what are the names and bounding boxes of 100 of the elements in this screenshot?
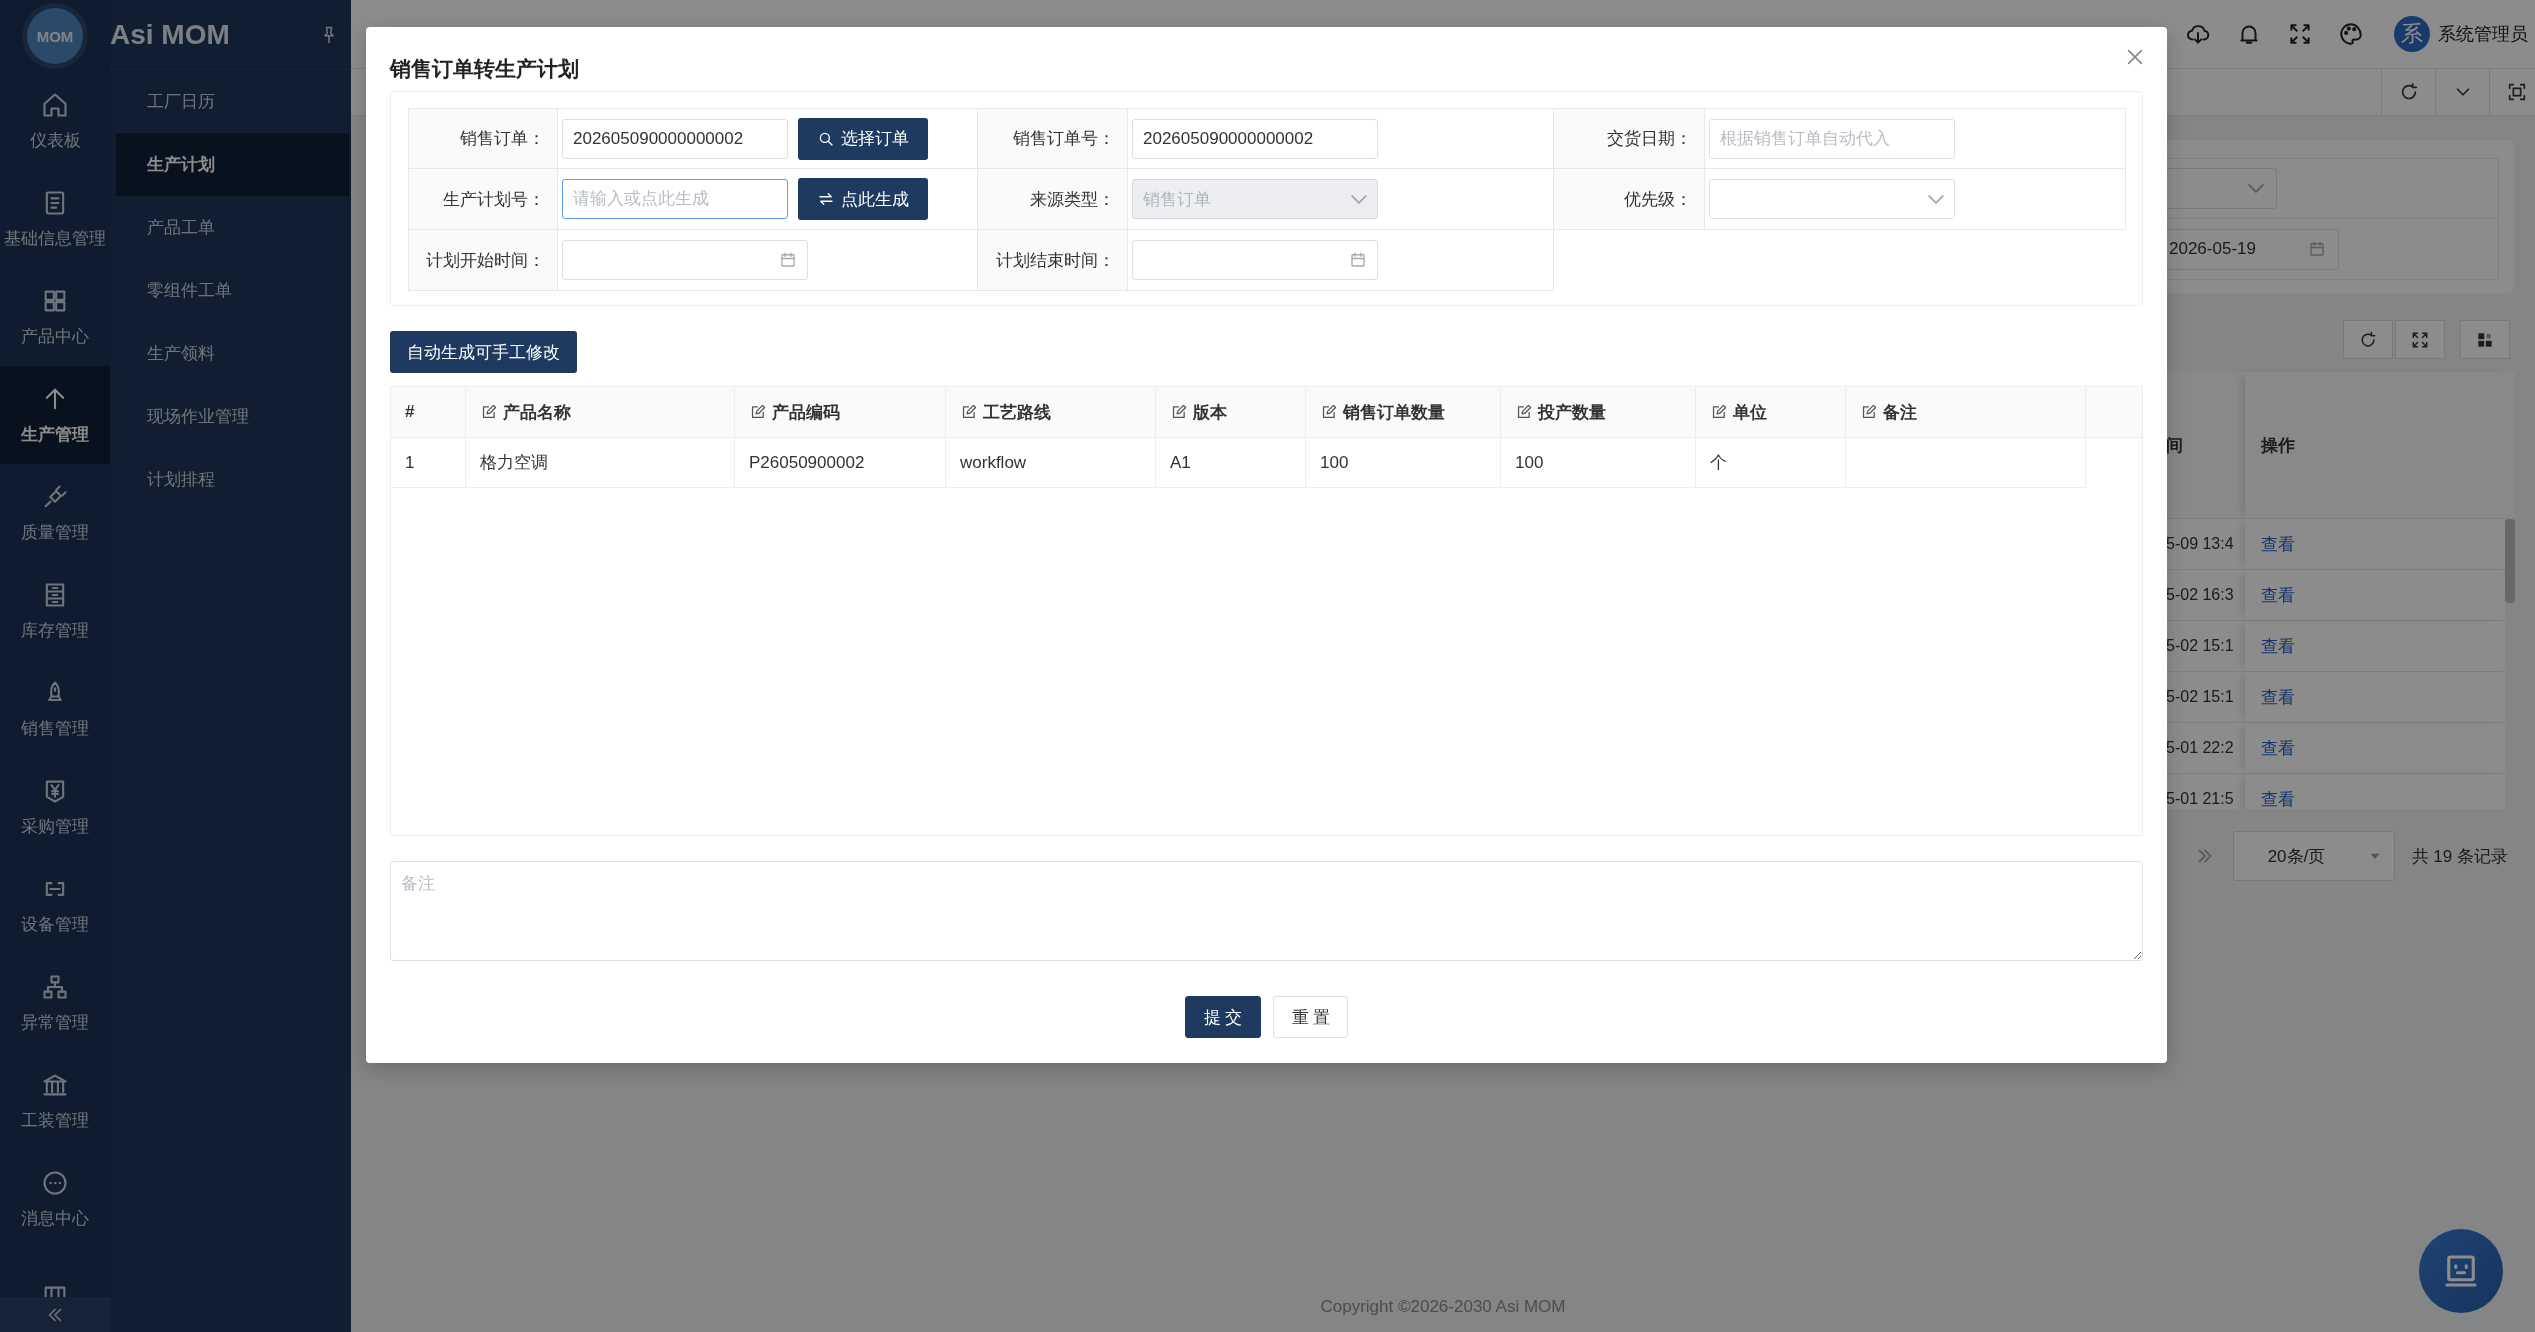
submenu-item[interactable]: 生产领料 bbox=[116, 322, 349, 385]
field-label: 交货日期： bbox=[1554, 108, 1705, 169]
app-name: Asi MOM bbox=[110, 18, 230, 51]
dialog-title: 销售订单转生产计划 bbox=[390, 56, 579, 82]
field-label: 销售订单： bbox=[408, 108, 558, 169]
table-cell-text: 5-01 21:5 bbox=[2165, 789, 2235, 809]
field-label: 计划开始时间： bbox=[408, 230, 558, 291]
generate-button[interactable]: 自动生成可手工修改 bbox=[390, 331, 577, 373]
table-cell: 格力空调 bbox=[466, 438, 735, 488]
scrollbar-thumb[interactable] bbox=[2505, 519, 2515, 603]
chevron-down-icon bbox=[1928, 194, 1944, 204]
view-link[interactable]: 查看 bbox=[2261, 736, 2295, 760]
table-cell: 个 bbox=[1696, 438, 1846, 488]
column-header: 工艺路线 bbox=[946, 387, 1156, 437]
menu-item[interactable]: 基础信息管理 bbox=[0, 170, 110, 268]
calendar-icon bbox=[2308, 240, 2326, 258]
chat-icon bbox=[41, 1168, 69, 1197]
view-link[interactable]: 查看 bbox=[2261, 787, 2295, 809]
submenu-item[interactable]: 产品工单 bbox=[116, 196, 349, 259]
column-header: 销售订单数量 bbox=[1306, 387, 1501, 437]
input-field[interactable]: 请输入或点此生成 bbox=[562, 179, 788, 219]
input-field[interactable]: 202605090000000002 bbox=[1132, 118, 1378, 159]
menu-item[interactable]: 工装管理 bbox=[0, 1052, 110, 1150]
chevron-down-icon bbox=[2248, 184, 2264, 193]
avatar[interactable]: 系 bbox=[2394, 16, 2430, 52]
view-link[interactable]: 查看 bbox=[2261, 685, 2295, 709]
fullscreen-button[interactable] bbox=[2395, 320, 2445, 359]
column-header: 单位 bbox=[1696, 387, 1846, 437]
input-field[interactable]: 202605090000000002 bbox=[562, 118, 788, 159]
select-order-button[interactable]: 选择订单 bbox=[798, 117, 928, 160]
record-count: 共 19 条记录 bbox=[2411, 845, 2508, 868]
edit-icon bbox=[960, 403, 977, 421]
submenu-item[interactable]: 工厂日历 bbox=[116, 70, 349, 133]
calendar-icon bbox=[779, 251, 797, 269]
submenu-item[interactable]: 计划排程 bbox=[116, 448, 349, 511]
column-header: 操作 bbox=[2245, 372, 2505, 518]
table-cell: P26050900002 bbox=[735, 438, 946, 488]
field-label: 来源类型： bbox=[978, 169, 1128, 230]
calendar-icon bbox=[1349, 251, 1367, 269]
edit-icon bbox=[1860, 403, 1877, 421]
menu-item[interactable]: 仪表板 bbox=[0, 72, 110, 170]
submenu-item[interactable]: 零组件工单 bbox=[116, 259, 349, 322]
table-cell-text: 5-02 15:1 bbox=[2165, 636, 2235, 656]
column-header: 投产数量 bbox=[1501, 387, 1696, 437]
view-link[interactable]: 查看 bbox=[2261, 634, 2295, 658]
copyright: Copyright ©2026-2030 Asi MOM bbox=[1319, 1296, 1567, 1318]
table-cell-text: 5-02 15:1 bbox=[2165, 687, 2235, 707]
refresh-icon bbox=[2358, 329, 2378, 350]
submenu-item[interactable]: 生产计划 bbox=[116, 133, 349, 196]
menu-item[interactable]: 销售管理 bbox=[0, 660, 110, 758]
table-cell: 100 bbox=[1306, 438, 1501, 488]
column-header: 产品编码 bbox=[735, 387, 946, 437]
edit-icon bbox=[1320, 403, 1337, 421]
column-header: 备注 bbox=[1846, 387, 2086, 437]
swap-icon bbox=[817, 190, 835, 208]
chevron-down-icon bbox=[1351, 194, 1367, 204]
edit-icon bbox=[1170, 403, 1187, 421]
edit-icon bbox=[480, 403, 497, 421]
submenu-item[interactable]: 现场作业管理 bbox=[116, 385, 349, 448]
generate-button[interactable]: 点此生成 bbox=[798, 178, 928, 220]
menu-item[interactable]: 消息中心 bbox=[0, 1150, 110, 1248]
edit-icon bbox=[1710, 403, 1727, 421]
edit-icon bbox=[749, 403, 766, 421]
menu-item[interactable]: 库存管理 bbox=[0, 562, 110, 660]
date-field[interactable] bbox=[1132, 240, 1378, 280]
fullscreen-icon[interactable] bbox=[2287, 21, 2313, 47]
table-cell: workflow bbox=[946, 438, 1156, 488]
user-name[interactable]: 系统管理员 bbox=[2438, 22, 2528, 46]
table-cell: 100 bbox=[1501, 438, 1696, 488]
hierarchy-icon bbox=[41, 972, 69, 1001]
field-label: 生产计划号： bbox=[408, 169, 558, 230]
palette-icon[interactable] bbox=[2338, 21, 2364, 47]
table-cell-text: 5-09 13:4 bbox=[2165, 534, 2235, 554]
submit-button[interactable]: 提交 bbox=[1185, 996, 1261, 1038]
menu-item[interactable]: 生产管理 bbox=[0, 366, 110, 464]
menu-item[interactable]: 产品中心 bbox=[0, 268, 110, 366]
menu-item[interactable]: 异常管理 bbox=[0, 954, 110, 1052]
menu-item[interactable]: 质量管理 bbox=[0, 464, 110, 562]
field-label: 计划结束时间： bbox=[978, 230, 1128, 291]
remark-field[interactable]: 备注 bbox=[390, 861, 2143, 961]
reset-button[interactable]: 重置 bbox=[1273, 996, 1348, 1038]
layout-button[interactable] bbox=[2460, 320, 2510, 359]
menu-item[interactable]: 采购管理 bbox=[0, 758, 110, 856]
refresh-button[interactable] bbox=[2343, 320, 2393, 359]
table-cell-text: 5-01 22:2 bbox=[2165, 738, 2235, 758]
table-cell-text: 5-02 16:3 bbox=[2165, 585, 2235, 605]
column-header: 产品名称 bbox=[466, 387, 735, 437]
table-cell: A1 bbox=[1156, 438, 1306, 488]
column-header: # bbox=[391, 387, 466, 437]
field-label: 优先级： bbox=[1554, 169, 1705, 230]
column-header: 版本 bbox=[1156, 387, 1306, 437]
view-link[interactable]: 查看 bbox=[2261, 583, 2295, 607]
edit-icon bbox=[1515, 403, 1532, 421]
menu-item[interactable]: 设备管理 bbox=[0, 856, 110, 954]
table-cell: 1 bbox=[391, 438, 466, 488]
date-field[interactable] bbox=[562, 240, 808, 280]
view-link[interactable]: 查看 bbox=[2261, 532, 2295, 556]
column-header: 间 bbox=[2165, 434, 2184, 457]
page-size-select[interactable]: 20条/页 bbox=[2232, 831, 2395, 881]
field-label: 销售订单号： bbox=[978, 108, 1128, 169]
